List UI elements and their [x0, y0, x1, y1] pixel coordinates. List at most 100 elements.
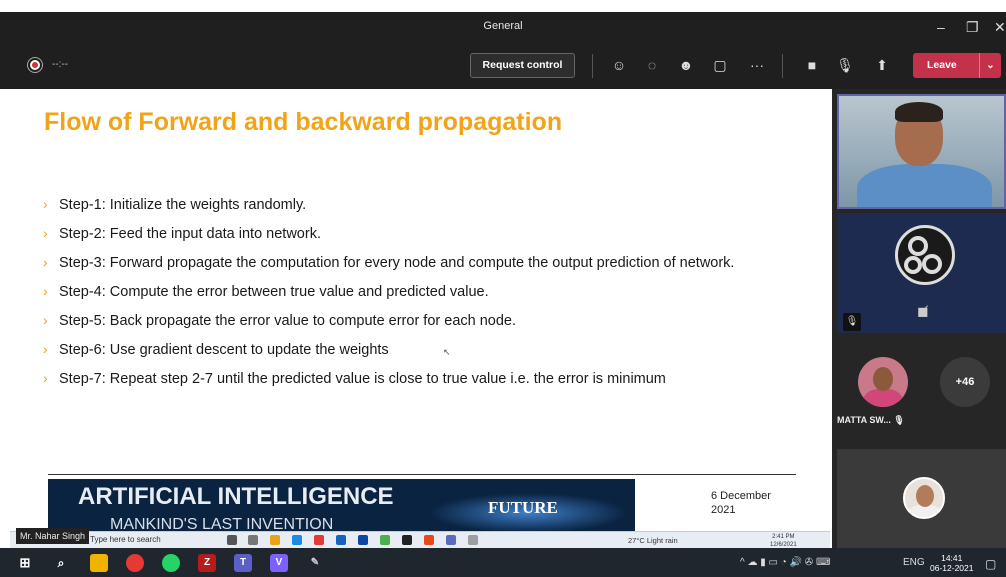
slide-title: Flow of Forward and backward propagation [44, 108, 563, 136]
shared-clock: 2:41 PM 12/6/2021 [770, 533, 797, 549]
file-explorer-icon[interactable] [90, 554, 108, 572]
presenter-name: Mr. Nahar Singh [16, 528, 90, 544]
list-item: › Step-1: Initialize the weights randomly… [43, 196, 734, 226]
mic-icon: 🎙 [893, 415, 905, 425]
more-participants-badge[interactable]: +46 [940, 357, 990, 407]
windows-taskbar: ⊞ ⌕ Z T V ✎ ^ ☁ ▮ ▭ ◔ 🔊 ✇ ⌨ ENG 14:41 06… [0, 548, 1006, 577]
pen-app-icon[interactable]: ✎ [306, 554, 324, 572]
close-icon[interactable]: ✕ [994, 19, 1006, 36]
share-icon[interactable]: ⬆ [870, 53, 894, 77]
shared-taskbar: Type here to search 27°C Light rain 2:41… [10, 531, 830, 548]
request-control-button[interactable]: Request control [470, 53, 575, 78]
language-indicator[interactable]: ENG [903, 557, 925, 568]
screen: General – ❐ ✕ --:-- Request control ☺ ◌ … [0, 0, 1006, 577]
video-person-hair [895, 102, 943, 122]
chat-icon[interactable]: ◌ [640, 53, 664, 77]
slide-date: 6 December 2021 [711, 489, 771, 517]
list-item: › Step-4: Compute the error between true … [43, 283, 734, 313]
bullet-arrow-icon: › [43, 196, 48, 212]
recording-icon [30, 60, 40, 70]
chrome-icon[interactable] [126, 554, 144, 572]
folder-icon [270, 535, 280, 545]
toolbar-divider [592, 54, 593, 78]
task-view-icon [227, 535, 237, 545]
window-titlebar: General – ❐ ✕ [0, 12, 1006, 42]
list-item: › Step-3: Forward propagate the computati… [43, 254, 735, 284]
step-text: Step-5: Back propagate the error value t… [59, 313, 517, 329]
obs-participant-tile[interactable]: ◼̸ 🎙 [837, 213, 1006, 333]
bullet-arrow-icon: › [43, 341, 48, 357]
mail-icon [336, 535, 346, 545]
self-video-tile[interactable] [837, 449, 1006, 548]
bullet-arrow-icon: › [43, 283, 48, 299]
taskbar-date: 06-12-2021 [930, 563, 974, 573]
tray-icons[interactable]: ^ ☁ ▮ ▭ ◔ 🔊 ✇ ⌨ [740, 557, 830, 568]
taskbar-time: 14:41 [941, 553, 963, 563]
slide-date-day: 6 December [711, 490, 771, 502]
mic-muted-icon[interactable]: 🎙 [833, 53, 857, 77]
minimize-icon[interactable]: – [937, 19, 945, 35]
participant-name: MATTA SW... 🎙 [837, 415, 905, 426]
taskbar-clock[interactable]: 14:41 06-12-2021 [930, 553, 973, 573]
top-strip [0, 0, 1006, 12]
window-title: General [483, 20, 523, 32]
presenter-video-tile[interactable] [837, 94, 1006, 209]
toolbar-divider [782, 54, 783, 78]
camera-off-icon[interactable]: ■ [800, 53, 824, 77]
terminal-icon [402, 535, 412, 545]
more-actions-icon[interactable]: ··· [745, 53, 769, 77]
widget-icon [248, 535, 258, 545]
banner-future: FUTURE [488, 498, 558, 517]
step-text: Step-6: Use gradient descent to update t… [59, 342, 389, 358]
ve-app-icon[interactable]: V [270, 554, 288, 572]
shared-search: Type here to search [90, 535, 161, 544]
participant-name-text: MATTA SW... [837, 415, 891, 425]
edge-icon [292, 535, 302, 545]
windows-start-icon[interactable]: ⊞ [16, 554, 34, 572]
bullet-arrow-icon: › [43, 254, 48, 270]
rooms-icon[interactable]: ▢ [708, 53, 732, 77]
slide-date-year: 2021 [711, 504, 736, 516]
video-person-body [857, 164, 992, 207]
teams-icon [446, 535, 456, 545]
list-item: › Step-7: Repeat step 2-7 until the predi… [43, 370, 734, 400]
mic-icon: 🎙 [843, 313, 861, 331]
settings-icon [468, 535, 478, 545]
shared-screen: Flow of Forward and backward propagation… [10, 89, 830, 548]
weather-text: 27°C Light rain [628, 536, 678, 545]
steps-list: › Step-1: Initialize the weights randomly… [43, 196, 735, 400]
bullet-arrow-icon: › [43, 225, 48, 241]
meeting-timer: --:-- [52, 59, 69, 70]
leave-label: Leave [927, 59, 957, 71]
reactions-icon[interactable]: ☻ [674, 53, 698, 77]
banner-heading: ARTIFICIAL INTELLIGENCE [78, 483, 394, 510]
slide-divider [48, 474, 796, 475]
mouse-cursor-icon: ↖ [443, 347, 451, 357]
filezilla-icon[interactable]: Z [198, 554, 216, 572]
ai-banner-image: ARTIFICIAL INTELLIGENCE MANKIND'S LAST I… [48, 479, 635, 539]
step-text: Step-3: Forward propagate the computatio… [59, 255, 735, 271]
restore-icon[interactable]: ❐ [966, 19, 979, 36]
store-icon [358, 535, 368, 545]
meeting-toolbar: --:-- Request control ☺ ◌ ☻ ▢ ··· ■ 🎙 ⬆ … [0, 42, 1006, 89]
step-text: Step-2: Feed the input data into network… [59, 226, 321, 242]
shared-clock-time: 2:41 PM [772, 534, 795, 540]
avatar [903, 477, 945, 519]
participants-panel: ◼̸ 🎙 +46 MATTA SW... 🎙 [832, 89, 1006, 548]
app-icon [314, 535, 324, 545]
chrome-icon [380, 535, 390, 545]
bullet-arrow-icon: › [43, 370, 48, 386]
avatar[interactable] [858, 357, 908, 407]
step-text: Step-4: Compute the error between true v… [59, 284, 489, 300]
list-item: › Step-6: Use gradient descent to update … [43, 341, 734, 371]
powerpoint-icon [424, 535, 434, 545]
leave-button[interactable]: Leave ⌄ [913, 53, 1001, 78]
chevron-down-icon[interactable]: ⌄ [979, 53, 1001, 78]
whatsapp-icon[interactable] [162, 554, 180, 572]
teams-icon[interactable]: T [234, 554, 252, 572]
step-text: Step-1: Initialize the weights randomly. [59, 197, 307, 213]
participants-icon[interactable]: ☺ [607, 53, 631, 77]
notification-icon[interactable]: ▢ [985, 557, 996, 571]
bullet-arrow-icon: › [43, 312, 48, 328]
search-icon[interactable]: ⌕ [52, 554, 70, 572]
